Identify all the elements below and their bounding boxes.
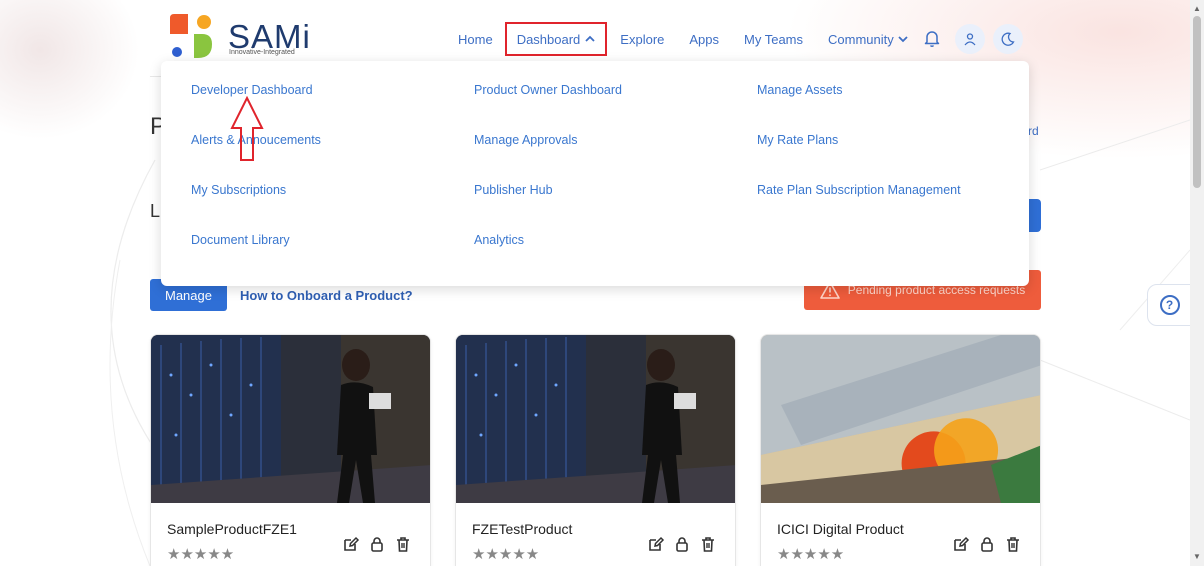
product-card[interactable]: ICICI Digital Product ★★★★★ bbox=[760, 334, 1041, 566]
nav-explore[interactable]: Explore bbox=[620, 24, 664, 54]
nav-community[interactable]: Community bbox=[828, 24, 908, 54]
nav-home[interactable]: Home bbox=[458, 24, 493, 54]
nav-my-teams[interactable]: My Teams bbox=[744, 24, 803, 54]
scroll-up-icon[interactable]: ▲ bbox=[1193, 4, 1201, 13]
product-title: ICICI Digital Product bbox=[777, 521, 904, 537]
brand-logo[interactable]: SAMi Innovative-Integrated bbox=[168, 12, 318, 62]
theme-toggle-button[interactable] bbox=[993, 24, 1023, 54]
star-rating: ★★★★★ bbox=[167, 546, 235, 563]
product-title: FZETestProduct bbox=[472, 521, 573, 537]
product-image bbox=[151, 335, 430, 503]
nav-apps[interactable]: Apps bbox=[689, 24, 719, 54]
menu-item-document-library[interactable]: Document Library bbox=[191, 233, 290, 247]
onboard-product-link[interactable]: How to Onboard a Product? bbox=[240, 288, 413, 303]
delete-icon[interactable] bbox=[699, 535, 717, 553]
star-rating: ★★★★★ bbox=[777, 546, 845, 563]
dashboard-dropdown-menu: Developer Dashboard Alerts & Annoucement… bbox=[161, 61, 1029, 286]
product-image bbox=[456, 335, 735, 503]
menu-item-my-subscriptions[interactable]: My Subscriptions bbox=[191, 183, 286, 197]
star-rating: ★★★★★ bbox=[472, 546, 540, 563]
lock-icon[interactable] bbox=[978, 535, 996, 553]
logo-mark-icon bbox=[170, 14, 212, 58]
vertical-scrollbar[interactable]: ▲ ▼ bbox=[1190, 0, 1204, 566]
menu-item-manage-assets[interactable]: Manage Assets bbox=[757, 83, 842, 97]
nav-dashboard[interactable]: Dashboard bbox=[504, 22, 608, 56]
scroll-down-icon[interactable]: ▼ bbox=[1193, 552, 1201, 561]
main-nav: Home Dashboard Explore Apps My Teams Com… bbox=[458, 22, 933, 56]
menu-item-publisher-hub[interactable]: Publisher Hub bbox=[474, 183, 553, 197]
edit-icon[interactable] bbox=[647, 535, 665, 553]
menu-item-rate-plan-subscription-management[interactable]: Rate Plan Subscription Management bbox=[757, 183, 961, 197]
nav-dashboard-label: Dashboard bbox=[516, 31, 581, 47]
annotation-arrow-icon bbox=[230, 96, 264, 161]
scrollbar-thumb[interactable] bbox=[1193, 16, 1201, 188]
section-label: L bbox=[150, 201, 161, 221]
edit-icon[interactable] bbox=[342, 535, 360, 553]
brand-tagline: Innovative-Integrated bbox=[229, 49, 295, 56]
edit-icon[interactable] bbox=[952, 535, 970, 553]
product-card[interactable]: FZETestProduct ★★★★★ bbox=[455, 334, 736, 566]
help-button[interactable]: ? bbox=[1147, 284, 1192, 326]
menu-item-analytics[interactable]: Analytics bbox=[474, 233, 524, 247]
moon-icon bbox=[1001, 32, 1015, 46]
lock-icon[interactable] bbox=[673, 535, 691, 553]
user-icon bbox=[964, 33, 976, 46]
right-link-partial[interactable]: rd bbox=[1028, 124, 1039, 138]
menu-item-product-owner-dashboard[interactable]: Product Owner Dashboard bbox=[474, 83, 622, 97]
delete-icon[interactable] bbox=[394, 535, 412, 553]
lock-icon[interactable] bbox=[368, 535, 386, 553]
menu-item-my-rate-plans[interactable]: My Rate Plans bbox=[757, 133, 838, 147]
user-profile-button[interactable] bbox=[955, 24, 985, 54]
nav-community-label: Community bbox=[828, 31, 894, 47]
chevron-down-icon bbox=[898, 36, 908, 43]
menu-item-manage-approvals[interactable]: Manage Approvals bbox=[474, 133, 578, 147]
bell-icon[interactable] bbox=[922, 28, 942, 48]
chevron-up-icon bbox=[585, 35, 595, 42]
product-title: SampleProductFZE1 bbox=[167, 521, 297, 537]
help-icon: ? bbox=[1159, 295, 1180, 315]
product-card[interactable]: SampleProductFZE1 ★★★★★ bbox=[150, 334, 431, 566]
delete-icon[interactable] bbox=[1004, 535, 1022, 553]
product-image bbox=[761, 335, 1040, 503]
menu-item-developer-dashboard[interactable]: Developer Dashboard bbox=[191, 83, 313, 97]
